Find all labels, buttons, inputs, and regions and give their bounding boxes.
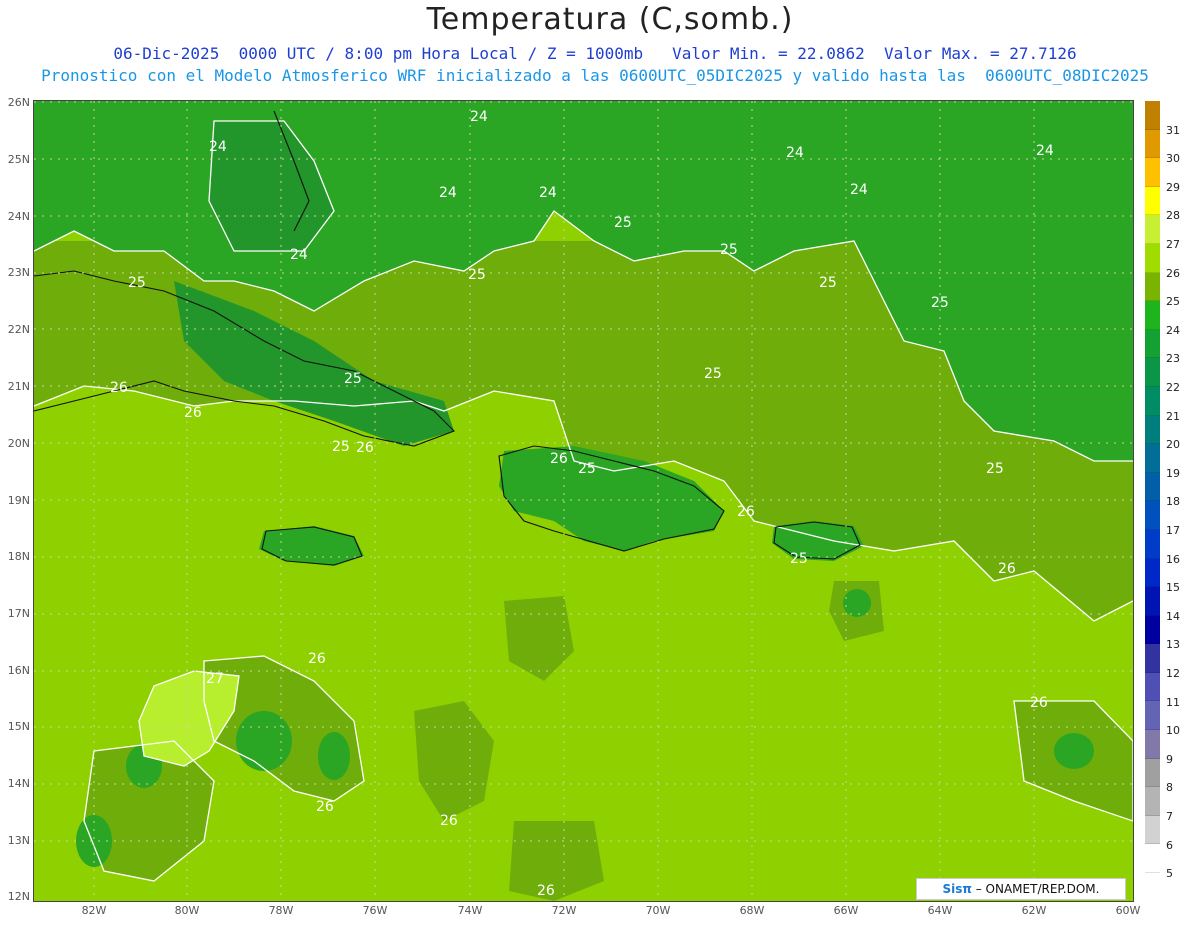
color-scale-label: 16: [1166, 552, 1180, 566]
lat-label: 22N: [7, 323, 30, 336]
lat-label: 18N: [7, 550, 30, 563]
color-scale-label: 29: [1166, 180, 1180, 194]
color-scale-swatch: [1145, 558, 1160, 588]
color-scale-label: 31: [1166, 123, 1180, 137]
color-scale-swatch: [1145, 587, 1160, 616]
credit-text: – ONAMET/REP.DOM.: [971, 882, 1100, 896]
color-scale-label: 25: [1166, 295, 1180, 309]
lat-label: 12N: [7, 890, 30, 903]
lat-label: 13N: [7, 834, 30, 847]
color-scale-swatch: [1145, 644, 1160, 673]
lon-label: 64W: [927, 904, 953, 917]
lon-label: 68W: [739, 904, 765, 917]
lat-label: 21N: [7, 380, 30, 393]
color-scale-swatch: [1145, 444, 1160, 473]
color-scale-label: 23: [1166, 352, 1180, 366]
lon-label: 60W: [1115, 904, 1141, 917]
color-scale-label: 9: [1166, 752, 1173, 766]
color-scale-swatch: [1145, 615, 1160, 645]
color-scale-label: 15: [1166, 581, 1180, 595]
lon-label: 74W: [457, 904, 483, 917]
color-scale-swatch: [1145, 272, 1160, 302]
color-scale-label: 18: [1166, 495, 1180, 509]
color-scale-label: 27: [1166, 238, 1180, 251]
chart-title: Temperatura (C,somb.): [426, 2, 794, 37]
lat-label: 20N: [7, 437, 30, 450]
color-scale-label: 13: [1166, 638, 1180, 652]
color-scale-label: 12: [1166, 667, 1180, 680]
color-scale-label: 26: [1166, 266, 1180, 280]
lat-label: 25N: [7, 153, 30, 166]
color-scale-label: 17: [1166, 524, 1180, 537]
color-scale-swatch: [1145, 787, 1160, 816]
color-scale-swatch: [1145, 243, 1160, 273]
lon-label: 66W: [833, 904, 859, 917]
color-scale-swatch: [1145, 529, 1160, 559]
credit-box: Sisπ – ONAMET/REP.DOM.: [916, 878, 1126, 900]
color-scale-swatch: [1145, 501, 1160, 530]
lon-label: 82W: [81, 904, 107, 917]
lat-label: 26N: [7, 96, 30, 109]
color-scale-swatch: [1145, 129, 1160, 159]
color-scale-swatch: [1145, 101, 1160, 130]
color-scale-bar: [1145, 101, 1160, 874]
color-scale-label: 21: [1166, 409, 1180, 423]
color-scale-label: 11: [1166, 695, 1180, 709]
lat-label: 23N: [7, 266, 30, 279]
lon-label: 78W: [268, 904, 294, 917]
color-scale-swatch: [1145, 186, 1160, 216]
color-scale-swatch: [1145, 844, 1160, 874]
color-scale-swatch: [1145, 358, 1160, 387]
lat-label: 16N: [7, 664, 30, 677]
lat-label: 14N: [7, 777, 30, 790]
color-scale-label: 19: [1166, 466, 1180, 480]
subtitle-model-info: Pronostico con el Modelo Atmosferico WRF…: [41, 66, 1149, 85]
lat-label: 17N: [7, 607, 30, 620]
color-scale-swatch: [1145, 758, 1160, 788]
color-scale-swatch: [1145, 672, 1160, 702]
lat-label: 24N: [7, 210, 30, 223]
color-scale-swatch: [1145, 329, 1160, 359]
color-scale-swatch: [1145, 730, 1160, 759]
color-scale-label: 30: [1166, 152, 1180, 166]
lon-label: 72W: [551, 904, 577, 917]
color-scale-label: 20: [1166, 438, 1180, 452]
color-scale-swatch: [1145, 215, 1160, 244]
color-scale-swatch: [1145, 301, 1160, 330]
color-scale-label: 22: [1166, 381, 1180, 394]
color-scale-label: 24: [1166, 323, 1180, 337]
subtitle-valid-time: 06-Dic-2025 0000 UTC / 8:00 pm Hora Loca…: [113, 44, 1077, 63]
lon-label: 62W: [1021, 904, 1047, 917]
color-scale-swatch: [1145, 158, 1160, 187]
color-scale-label: 14: [1166, 609, 1180, 623]
color-scale-label: 28: [1166, 209, 1180, 223]
color-scale-label: 10: [1166, 724, 1180, 738]
color-scale-swatch: [1145, 815, 1160, 845]
color-scale-label: 8: [1166, 781, 1173, 795]
color-scale-swatch: [1145, 701, 1160, 731]
lon-label: 76W: [362, 904, 388, 917]
color-scale-label: 6: [1166, 838, 1173, 852]
lat-label: 19N: [7, 494, 30, 507]
brand-logo-text: Sisπ: [942, 882, 972, 896]
color-scale-swatch: [1145, 472, 1160, 502]
map-frame: [33, 100, 1134, 902]
color-scale-swatch: [1145, 415, 1160, 445]
lon-label: 70W: [645, 904, 671, 917]
color-scale-label: 5: [1166, 867, 1173, 881]
lon-label: 80W: [174, 904, 200, 917]
lat-label: 15N: [7, 720, 30, 733]
color-scale-swatch: [1145, 386, 1160, 416]
color-scale-label: 7: [1166, 810, 1173, 823]
